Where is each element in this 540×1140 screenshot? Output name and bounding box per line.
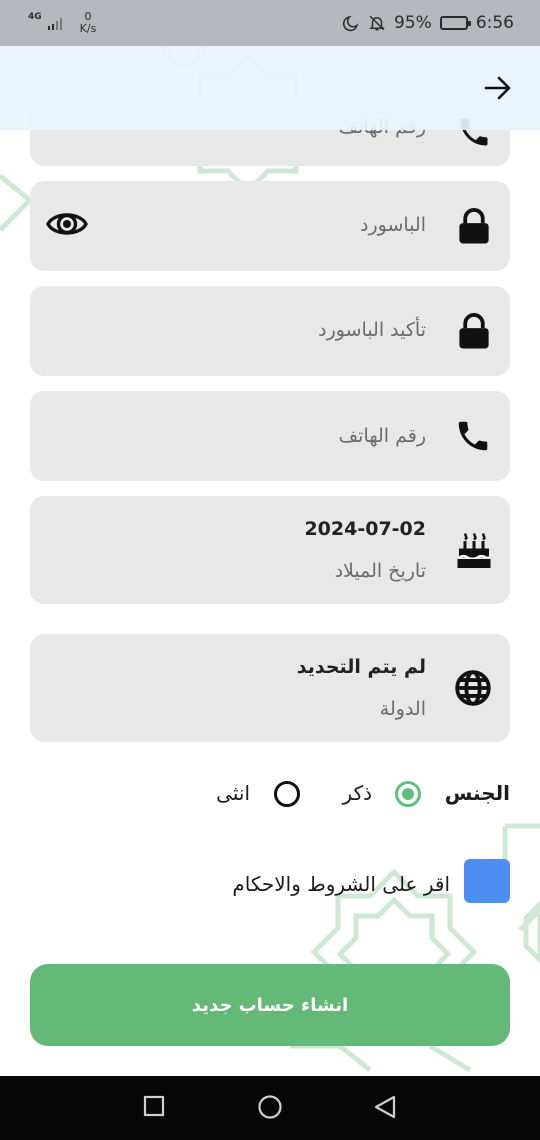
- password-field[interactable]: الباسورد: [30, 181, 510, 271]
- terms-label[interactable]: اقر على الشروط والاحكام: [232, 872, 450, 896]
- status-right: 95% 6:56: [342, 13, 514, 33]
- lock-icon: [459, 208, 489, 244]
- birthdate-field[interactable]: 2024-07-02 تاريخ الميلاد: [30, 496, 510, 604]
- network-type: 4G: [28, 12, 42, 22]
- gender-male-radio[interactable]: [395, 781, 421, 807]
- confirm-password-label: تأكيد الباسورد: [318, 319, 426, 341]
- recent-apps-square-icon[interactable]: [142, 1094, 166, 1118]
- battery-percent: 95%: [394, 13, 432, 33]
- birthdate-label: تاريخ الميلاد: [334, 560, 426, 582]
- phone-label: رقم الهاتف: [338, 425, 426, 447]
- cake-icon: [457, 533, 491, 568]
- country-value: لم يتم التحديد: [296, 656, 426, 678]
- speed-unit: K/s: [79, 22, 97, 35]
- battery-icon: [439, 16, 471, 30]
- bell-off-icon: [369, 15, 385, 31]
- country-field[interactable]: لم يتم التحديد الدولة: [30, 634, 510, 742]
- globe-icon: [455, 670, 491, 706]
- status-left: 4G 0 K/s: [28, 11, 96, 35]
- clock: 6:56: [475, 13, 514, 33]
- home-circle-icon[interactable]: [256, 1094, 284, 1122]
- confirm-password-field[interactable]: تأكيد الباسورد: [30, 286, 510, 376]
- phone-icon: [458, 421, 488, 451]
- eye-icon[interactable]: [46, 207, 88, 241]
- network-speed: 0 K/s: [80, 11, 97, 35]
- gender-male-label[interactable]: ذكر: [343, 781, 372, 805]
- status-bar: 4G 0 K/s 95% 6:56: [0, 0, 540, 46]
- gender-label: الجنس: [444, 781, 510, 805]
- moon-icon: [342, 15, 359, 32]
- lock-icon: [459, 313, 489, 349]
- create-account-button[interactable]: انشاء حساب جديد: [30, 964, 510, 1046]
- system-nav-bar: [0, 1076, 540, 1140]
- arrow-right-icon[interactable]: [482, 72, 514, 104]
- back-triangle-icon[interactable]: [372, 1094, 398, 1120]
- gender-row: الجنس ذكر انثى: [0, 775, 540, 815]
- password-label: الباسورد: [360, 214, 426, 236]
- gender-female-radio[interactable]: [274, 781, 300, 807]
- gender-female-label[interactable]: انثى: [216, 781, 250, 805]
- signal-icon: [47, 16, 62, 30]
- terms-checkbox[interactable]: [464, 859, 510, 903]
- app-bar: [0, 46, 540, 130]
- phone-field[interactable]: رقم الهاتف: [30, 391, 510, 481]
- country-label: الدولة: [379, 698, 426, 720]
- birthdate-value: 2024-07-02: [304, 518, 426, 540]
